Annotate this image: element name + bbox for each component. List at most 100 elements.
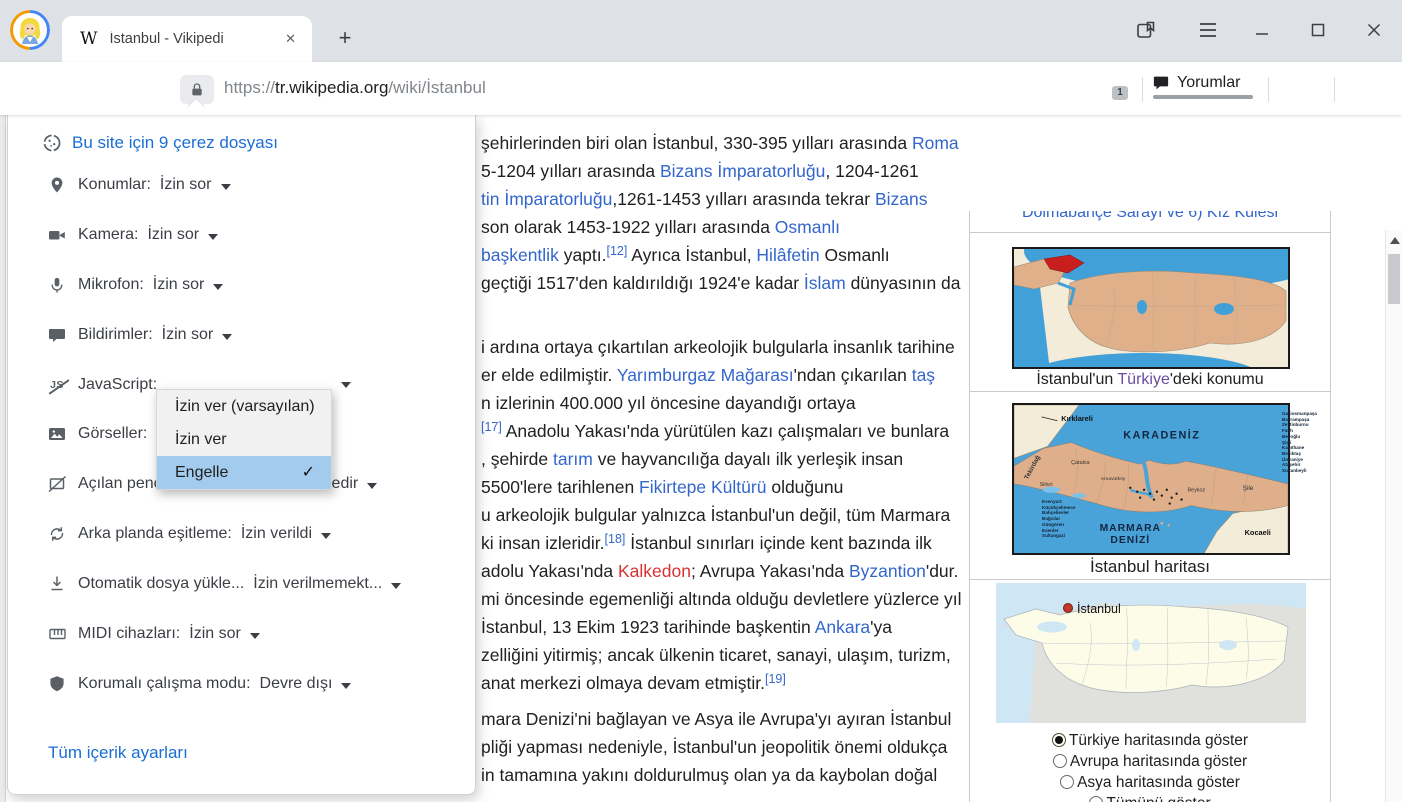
turkey-locator-map[interactable]: İstanbul [996, 583, 1306, 723]
text-run: ; Avrupa Yakası'nda [691, 561, 849, 581]
permission-label: Mikrofon: [78, 276, 144, 294]
permission-row-javascript[interactable]: JSJavaScript: [46, 371, 166, 399]
tab-close-icon[interactable]: ✕ [277, 28, 304, 50]
map-option-row[interactable]: Türkiye haritasında göster [970, 731, 1330, 751]
wiki-link[interactable]: İslam [804, 273, 846, 293]
reference-link[interactable]: [19] [765, 672, 786, 686]
text-run: Anadolu Yakası'nda yürütülen kazı çalışm… [502, 421, 949, 441]
text-run: yaptı. [559, 245, 607, 265]
wiki-link[interactable]: Kalkedon [618, 561, 691, 581]
maximize-button[interactable] [1296, 12, 1340, 48]
comments-underline [1153, 95, 1253, 99]
notifications-icon [46, 326, 68, 344]
text-run: İstanbul sınırları içinde kent bazında i… [625, 533, 931, 553]
wiki-link[interactable]: tarım [553, 449, 593, 469]
url-host: tr.wikipedia.org [275, 78, 388, 97]
permission-label: Bildirimler: [78, 326, 153, 344]
article-line: in tamamına yakını doldurulmuş olan ya d… [481, 761, 937, 789]
wiki-link[interactable]: Roma [912, 133, 959, 153]
wiki-link[interactable]: Fikirtepe Kültürü [639, 477, 766, 497]
text-run: mi öncesinde egemenliği altında olduğu d… [481, 589, 962, 609]
microphone-icon [46, 276, 68, 294]
dropdown-item[interactable]: Engelle✓ [157, 456, 331, 489]
settings-menu-icon[interactable] [1186, 12, 1230, 48]
wiki-link[interactable]: Bizans İmparatorluğu [660, 161, 825, 181]
popups-icon [46, 475, 68, 493]
profile-avatar[interactable] [10, 10, 50, 50]
scroll-up-arrow[interactable] [1390, 237, 1400, 244]
new-tab-button[interactable]: + [330, 24, 360, 54]
wiki-link[interactable]: taş [912, 365, 935, 385]
permission-row-arka-planda-esitleme[interactable]: Arka planda eşitleme:İzin verildi [46, 520, 331, 548]
map-option-row[interactable]: Asya haritasında göster [970, 773, 1330, 793]
radio-button[interactable] [1052, 733, 1066, 747]
text-run: in tamamına yakını doldurulmuş olan ya d… [481, 765, 937, 785]
map-option-row[interactable]: Tümünü göster [970, 794, 1330, 802]
radio-label: Türkiye haritasında göster [1069, 732, 1248, 749]
permission-row-kamera[interactable]: Kamera:İzin sor [46, 221, 218, 249]
text-run: er elde edilmiştir. [481, 365, 617, 385]
text-run: geçtiği 1517'den kaldırıldığı 1924'e kad… [481, 273, 804, 293]
minimize-button[interactable] [1240, 12, 1284, 48]
speech-bubble-icon [1152, 74, 1170, 92]
text-run: mara Denizi'ni bağlayan ve Asya ile Avru… [481, 709, 951, 729]
wiki-link[interactable]: Hilâfetin [756, 245, 819, 265]
wiki-link[interactable]: Osmanlı [775, 217, 840, 237]
address-bar[interactable]: https://tr.wikipedia.org/wiki/İstanbul [224, 78, 486, 98]
article-line: i ardına ortaya çıkartılan arkeolojik bu… [481, 333, 955, 361]
turkey-location-map[interactable] [1012, 247, 1290, 369]
permission-row-gorseller[interactable]: Görseller: [46, 420, 156, 448]
midi-icon [46, 625, 68, 643]
window-left-edge [0, 115, 6, 802]
infobox: Dolmabahçe Sarayı ve 6) Kız Kulesi İstan… [969, 211, 1331, 802]
wiki-link[interactable]: Yarımburgaz Mağarası [617, 365, 794, 385]
permission-row-bildirimler[interactable]: Bildirimler:İzin sor [46, 321, 232, 349]
permission-row-midi-cihazlari[interactable]: MIDI cihazları:İzin sor [46, 620, 260, 648]
article-line: 5-1204 yılları arasında Bizans İmparator… [481, 157, 919, 185]
chevron-down-icon [213, 284, 223, 290]
infobox-top-link[interactable]: Dolmabahçe Sarayı ve 6) Kız Kulesi [970, 211, 1330, 231]
article-line: er elde edilmiştir. Yarımburgaz Mağarası… [481, 361, 935, 389]
permission-row-konumlar[interactable]: Konumlar:İzin sor [46, 171, 231, 199]
dropdown-item[interactable]: İzin ver [157, 423, 331, 456]
all-content-settings-link[interactable]: Tüm içerik ayarları [48, 743, 188, 763]
permission-row-mikrofon[interactable]: Mikrofon:İzin sor [46, 271, 223, 299]
vertical-scrollbar[interactable] [1385, 230, 1402, 802]
radio-label: Avrupa haritasında göster [1070, 753, 1247, 770]
radio-button[interactable] [1060, 775, 1074, 789]
vertical-scroll-thumb[interactable] [1388, 254, 1400, 304]
text-run: İstanbul, 13 Ekim 1923 tarihinde başkent… [481, 617, 815, 637]
permission-row-korumali-calisma-modu[interactable]: Korumalı çalışma modu:Devre dışı [46, 670, 351, 698]
wiki-link[interactable]: tin İmparatorluğu [481, 189, 612, 209]
text-run: n izlerinin 400.000 yıl öncesine dayandı… [481, 393, 856, 413]
map-label: MARMARA [1100, 523, 1161, 534]
reference-link[interactable]: [12] [607, 244, 628, 258]
radio-button[interactable] [1089, 796, 1103, 802]
close-button[interactable] [1352, 12, 1396, 48]
wiki-link[interactable]: Bizans [875, 189, 928, 209]
browser-tab[interactable]: W İstanbul - Vikipedi ✕ [62, 16, 312, 62]
javascript-icon: JS [46, 376, 68, 394]
wiki-link[interactable]: Ankara [815, 617, 870, 637]
map-option-row[interactable]: Avrupa haritasında göster [970, 752, 1330, 772]
comments-button[interactable]: Yorumlar [1152, 74, 1240, 92]
chevron-down-icon [250, 633, 260, 639]
dropdown-item[interactable]: İzin ver (varsayılan) [157, 390, 331, 423]
reference-link[interactable]: [17] [481, 420, 502, 434]
reference-link[interactable]: [18] [605, 532, 626, 546]
text-run: 'ya [870, 617, 892, 637]
permission-label: Arka planda eşitleme: [78, 525, 232, 543]
wiki-link[interactable]: başkentlik [481, 245, 559, 265]
permission-row-otomatik-dosya-yukleme[interactable]: Otomatik dosya yükle...İzin verilmemekt.… [46, 570, 401, 598]
text-run: Ayrıca İstanbul, [627, 245, 756, 265]
text-run: İstanbul'un [1036, 371, 1117, 388]
cookies-link[interactable]: Bu site için 9 çerez dosyası [42, 133, 278, 153]
article-line: zelliğini yitirmiş; ancak ülkenin ticare… [481, 641, 951, 669]
permission-value: Devre dışı [260, 675, 333, 693]
dropdown-item-label: Engelle [175, 464, 228, 481]
wiki-link[interactable]: Türkiye [1117, 371, 1169, 388]
url-path: /wiki/İstanbul [388, 78, 485, 97]
wiki-link[interactable]: Byzantion [849, 561, 926, 581]
tab-actions-icon[interactable] [1124, 12, 1168, 48]
radio-button[interactable] [1053, 754, 1067, 768]
